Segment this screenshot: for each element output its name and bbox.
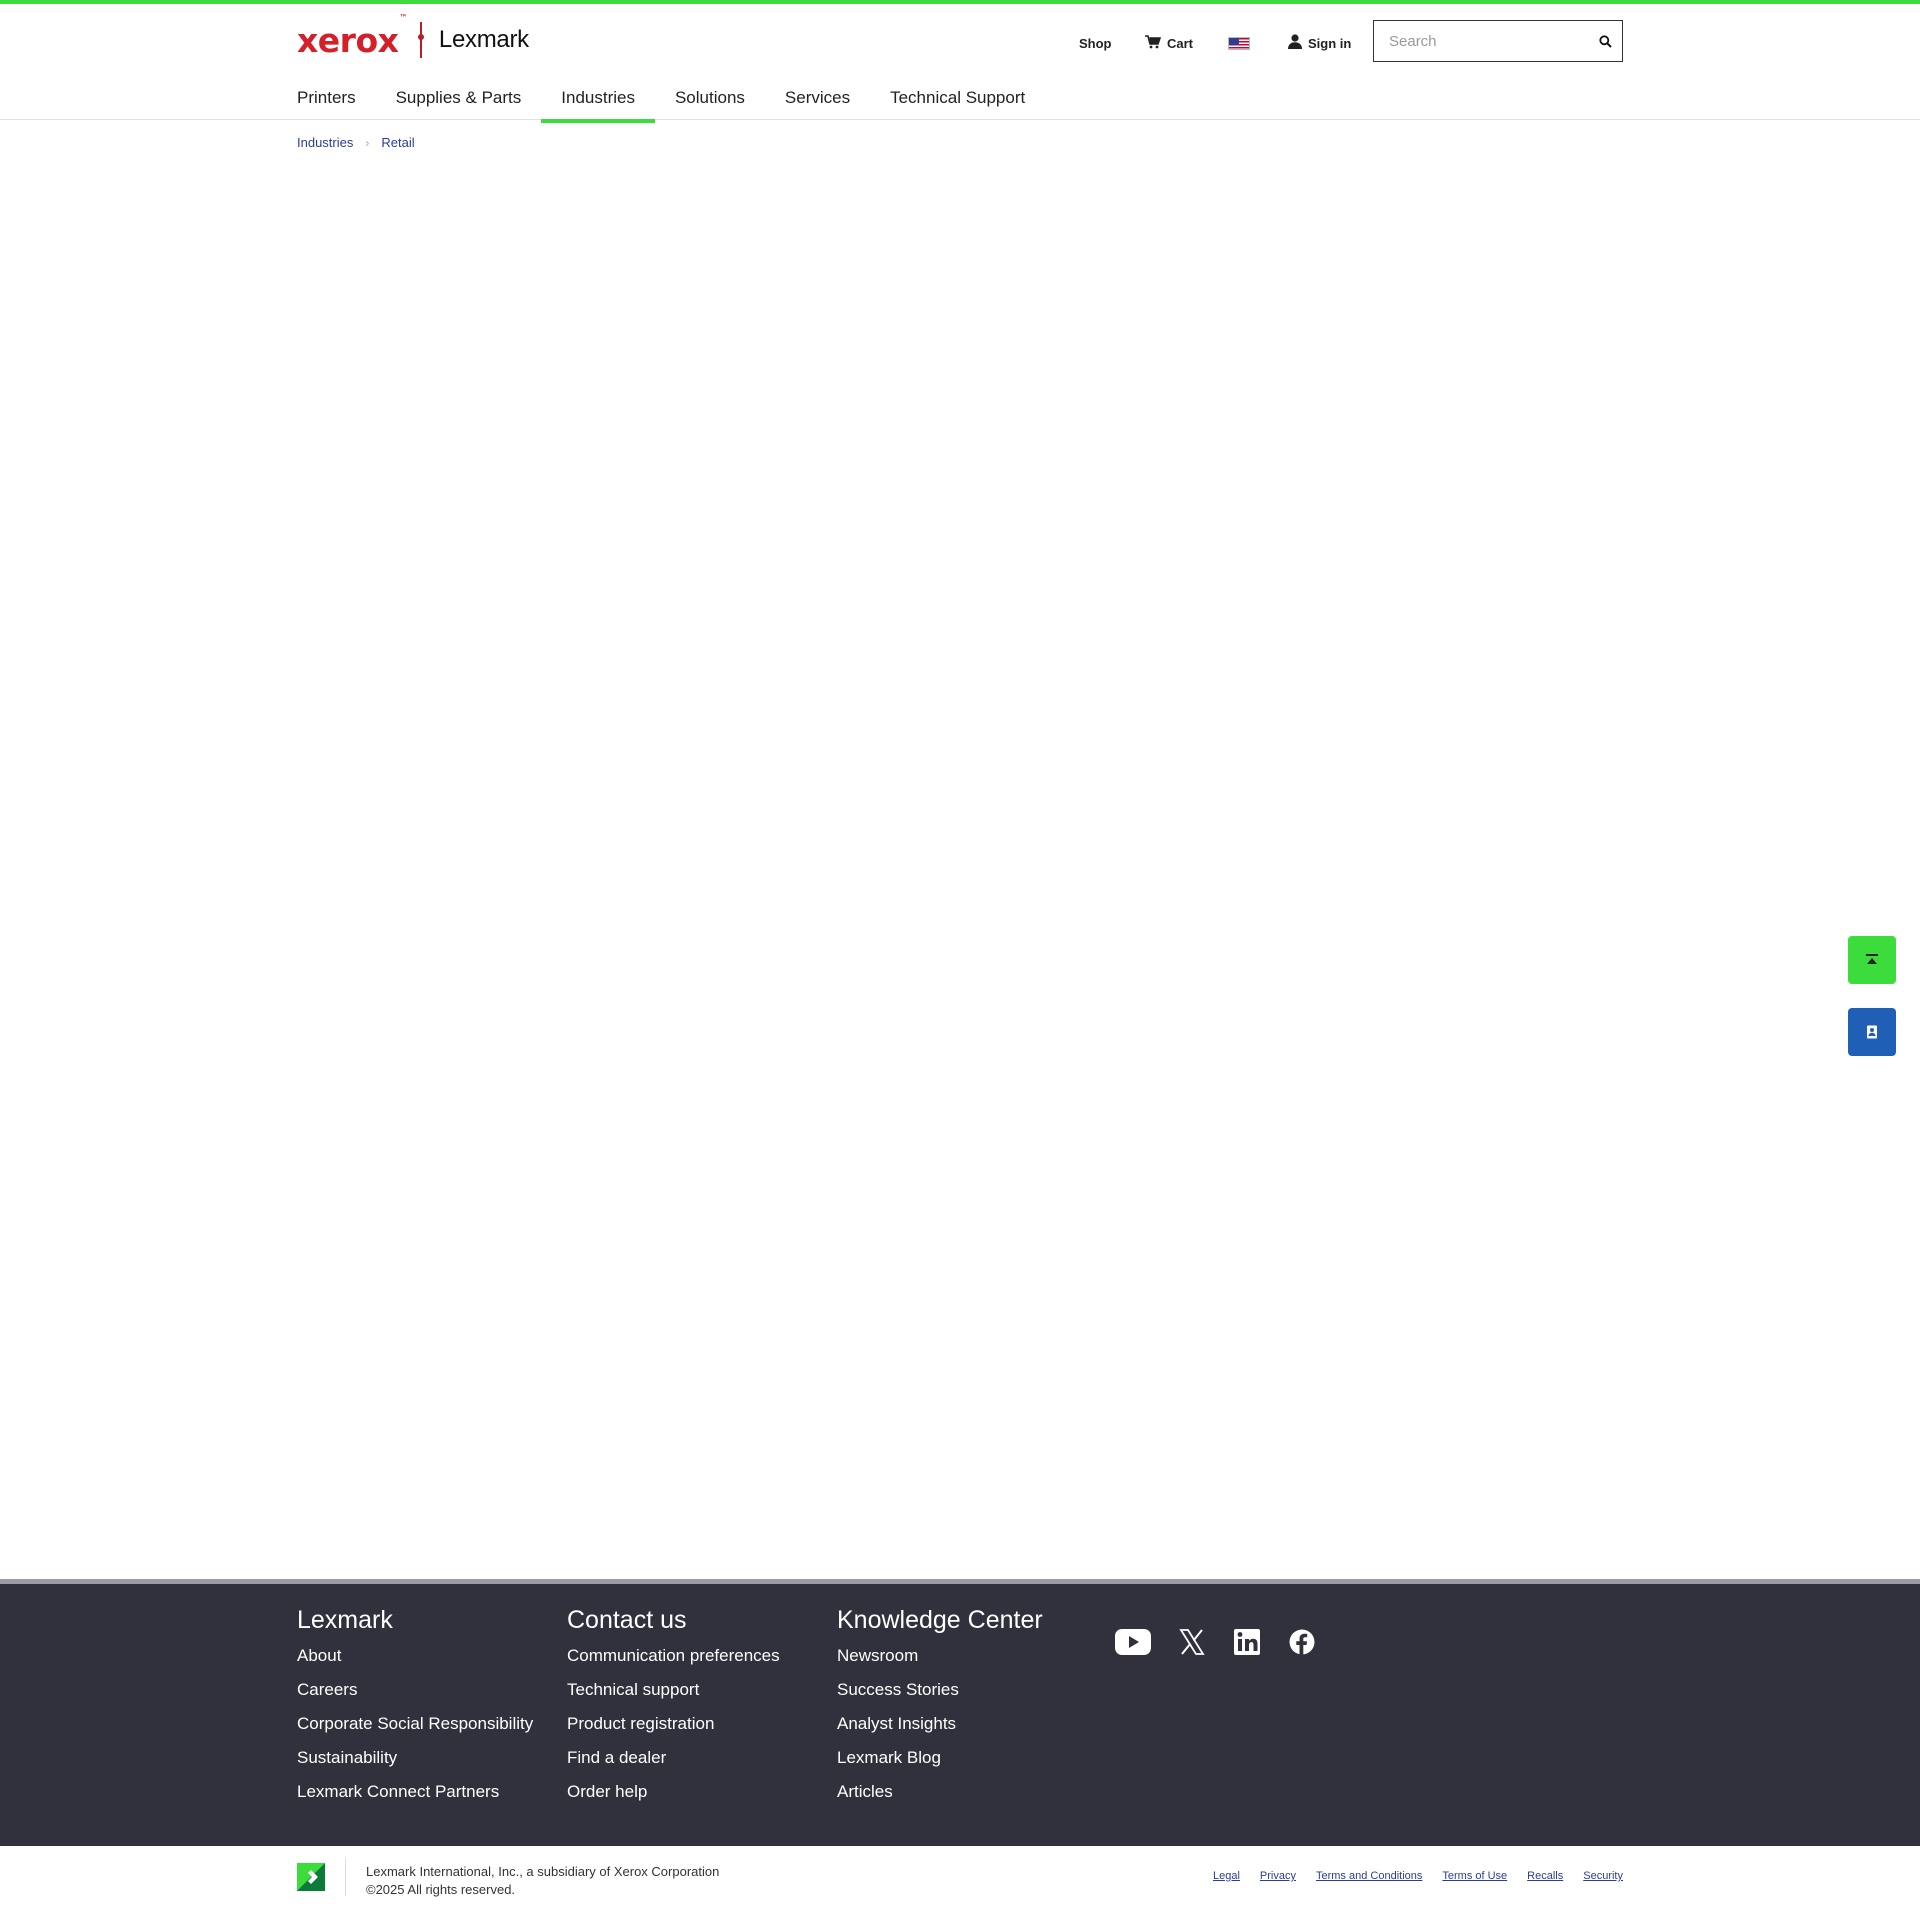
footer-link-careers[interactable]: Careers (297, 1673, 533, 1707)
legal-divider (345, 1858, 346, 1896)
nav-solutions[interactable]: Solutions (655, 88, 765, 123)
footer-link-find-dealer[interactable]: Find a dealer (567, 1741, 780, 1775)
legal-links: Legal Privacy Terms and Conditions Terms… (1193, 1870, 1623, 1882)
brand-divider (417, 22, 424, 58)
footer-link-analyst-insights[interactable]: Analyst Insights (837, 1707, 1043, 1741)
search-box (1373, 20, 1623, 62)
breadcrumb-retail[interactable]: Retail (381, 135, 414, 150)
facebook-icon[interactable] (1289, 1626, 1315, 1658)
legal-link-recalls[interactable]: Recalls (1527, 1870, 1563, 1882)
xerox-wordmark: xerox™ (297, 12, 407, 60)
chevron-right-icon: › (365, 135, 370, 150)
arrow-up-to-line-icon (1866, 954, 1878, 964)
cart-icon (1145, 34, 1162, 52)
legal-bar: Lexmark International, Inc., a subsidiar… (0, 1846, 1920, 1925)
lexmark-logo-icon (297, 1863, 325, 1891)
nav-industries[interactable]: Industries (541, 88, 655, 123)
footer-link-communication-preferences[interactable]: Communication preferences (567, 1639, 780, 1673)
company-statement: Lexmark International, Inc., a subsidiar… (366, 1864, 720, 1879)
legal-link-security[interactable]: Security (1583, 1870, 1623, 1882)
footer-link-product-registration[interactable]: Product registration (567, 1707, 780, 1741)
footer-link-about[interactable]: About (297, 1639, 533, 1673)
legal-link-terms-of-use[interactable]: Terms of Use (1442, 1870, 1507, 1882)
footer-link-order-help[interactable]: Order help (567, 1775, 780, 1809)
footer-heading: Contact us (567, 1606, 687, 1634)
footer-link-articles[interactable]: Articles (837, 1775, 1043, 1809)
site-footer: Lexmark About Careers Corporate Social R… (0, 1579, 1920, 1846)
site-header: xerox™ Lexmark Shop Cart Sign in Printer… (0, 4, 1920, 123)
footer-column-contact: Contact us Communication preferences Tec… (567, 1606, 780, 1809)
legal-link-terms-conditions[interactable]: Terms and Conditions (1316, 1870, 1422, 1882)
social-links (1115, 1626, 1343, 1658)
nav-services[interactable]: Services (765, 88, 870, 123)
x-icon[interactable] (1179, 1626, 1205, 1658)
footer-link-newsroom[interactable]: Newsroom (837, 1639, 1043, 1673)
copyright: ©2025 All rights reserved. (366, 1882, 516, 1897)
legal-text: Lexmark International, Inc., a subsidiar… (366, 1863, 719, 1899)
search-input[interactable] (1374, 21, 1588, 61)
linkedin-icon[interactable] (1233, 1626, 1261, 1658)
country-selector[interactable] (1228, 22, 1250, 64)
main-nav: Printers Supplies & Parts Industries Sol… (297, 88, 1045, 124)
brand-logo[interactable]: xerox™ Lexmark (297, 12, 529, 62)
search-icon (1598, 34, 1612, 48)
footer-link-sustainability[interactable]: Sustainability (297, 1741, 533, 1775)
shop-link[interactable]: Shop (1079, 22, 1112, 64)
legal-link-privacy[interactable]: Privacy (1260, 1870, 1296, 1882)
footer-link-csr[interactable]: Corporate Social Responsibility (297, 1707, 533, 1741)
nav-printers[interactable]: Printers (297, 88, 376, 123)
lexmark-wordmark: Lexmark (438, 26, 529, 53)
us-flag-icon (1228, 36, 1250, 50)
nav-supplies-parts[interactable]: Supplies & Parts (376, 88, 542, 123)
contact-book-button[interactable] (1848, 1008, 1896, 1056)
footer-link-connect-partners[interactable]: Lexmark Connect Partners (297, 1775, 533, 1809)
contact-book-icon (1867, 1025, 1877, 1039)
footer-heading: Lexmark (297, 1606, 393, 1634)
user-icon (1288, 34, 1302, 52)
footer-column-knowledge-center: Knowledge Center Newsroom Success Storie… (837, 1606, 1043, 1809)
back-to-top-button[interactable] (1848, 936, 1896, 984)
footer-link-lexmark-blog[interactable]: Lexmark Blog (837, 1741, 1043, 1775)
cart-link[interactable]: Cart (1145, 22, 1193, 64)
nav-technical-support[interactable]: Technical Support (870, 88, 1045, 123)
footer-link-technical-support[interactable]: Technical support (567, 1673, 780, 1707)
footer-column-lexmark: Lexmark About Careers Corporate Social R… (297, 1606, 533, 1809)
breadcrumb-industries[interactable]: Industries (297, 135, 353, 150)
breadcrumb: Industries › Retail (297, 135, 415, 150)
footer-heading: Knowledge Center (837, 1606, 1043, 1634)
footer-link-success-stories[interactable]: Success Stories (837, 1673, 1043, 1707)
legal-link-legal[interactable]: Legal (1213, 1870, 1240, 1882)
youtube-icon[interactable] (1115, 1626, 1151, 1658)
sign-in-link[interactable]: Sign in (1288, 22, 1351, 64)
search-button[interactable] (1588, 21, 1622, 61)
